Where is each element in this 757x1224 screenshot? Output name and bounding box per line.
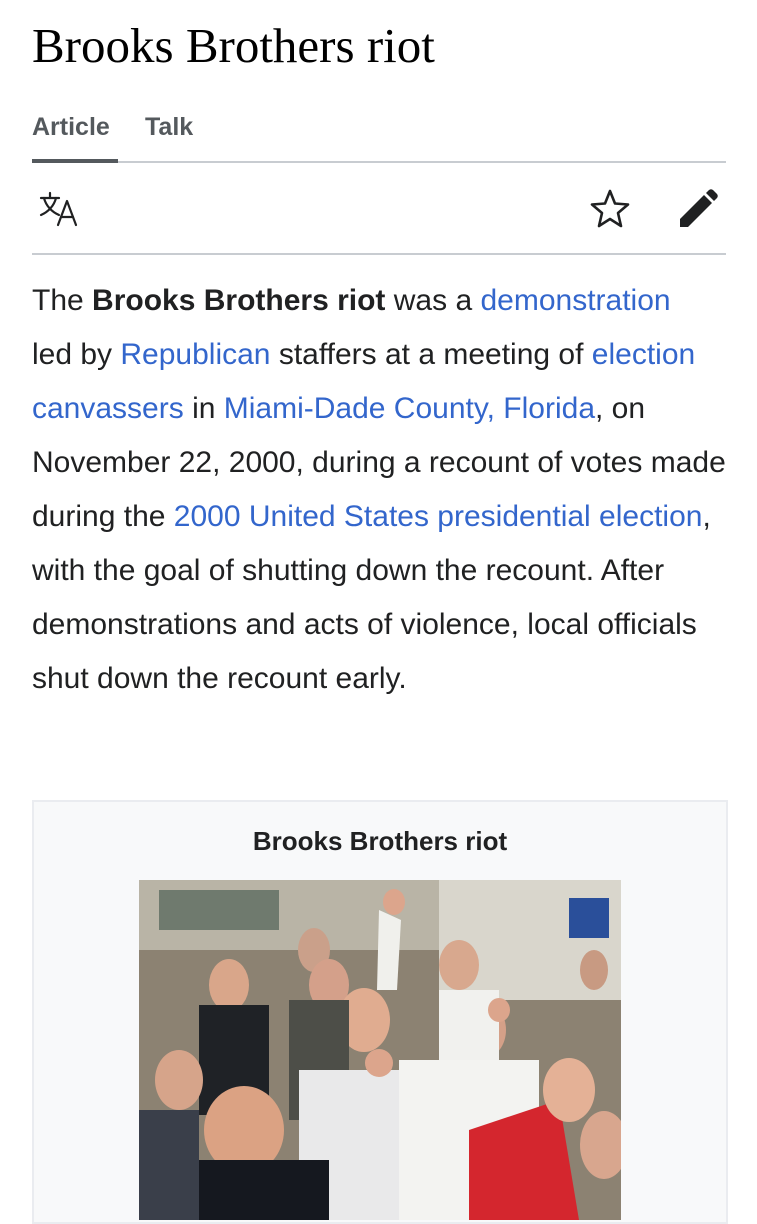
tab-talk[interactable]: Talk — [145, 108, 193, 159]
infobox: Brooks Brothers riot — [32, 800, 728, 1224]
lead-text: in — [183, 392, 224, 425]
link-demonstration[interactable]: demonstration — [480, 284, 670, 317]
infobox-photo[interactable] — [139, 880, 621, 1220]
lead-text: staffers at a meeting of — [270, 338, 592, 371]
star-icon[interactable] — [588, 187, 632, 231]
link-republican[interactable]: Republican — [120, 338, 270, 371]
lead-paragraph: The Brooks Brothers riot was a demonstra… — [32, 274, 732, 706]
language-icon[interactable] — [38, 187, 82, 231]
article-subject: Brooks Brothers riot — [92, 284, 386, 317]
lead-text: led by — [32, 338, 121, 371]
page-actions-toolbar — [32, 161, 726, 255]
lead-text: The — [32, 284, 93, 317]
link-miami-dade-county[interactable]: Miami-Dade County, Florida — [224, 392, 595, 425]
namespace-tabs: Article Talk — [32, 108, 726, 163]
lead-text: was a — [385, 284, 481, 317]
edit-pencil-icon[interactable] — [674, 187, 718, 231]
infobox-caption: Brooks Brothers riot — [252, 826, 508, 856]
link-2000-election[interactable]: 2000 United States presidential election — [174, 500, 703, 533]
page-title: Brooks Brothers riot — [32, 18, 435, 73]
tab-article[interactable]: Article — [32, 108, 118, 163]
